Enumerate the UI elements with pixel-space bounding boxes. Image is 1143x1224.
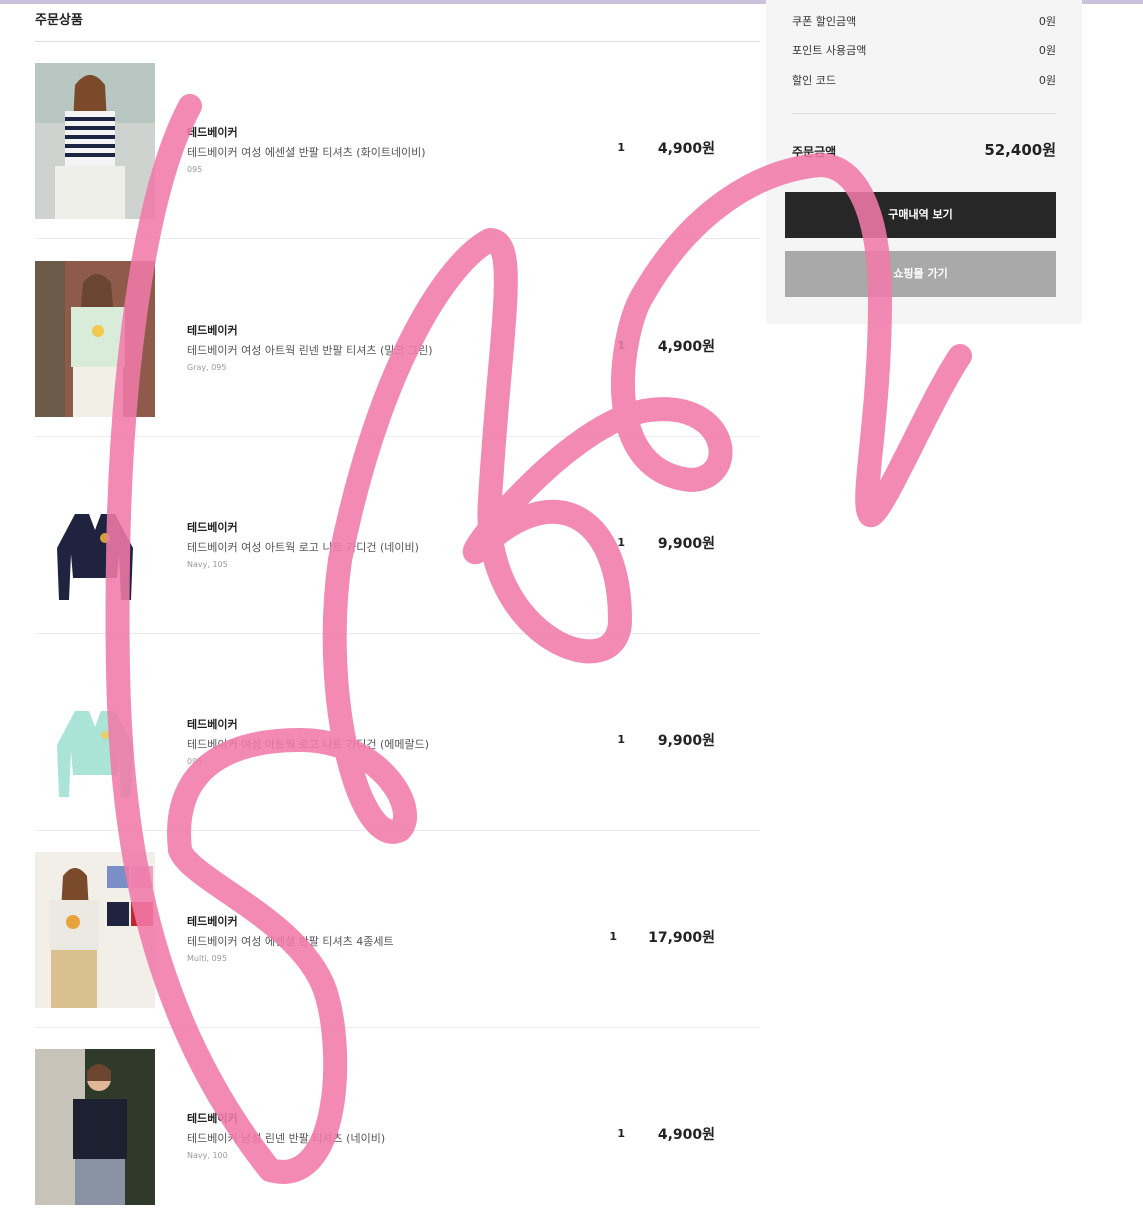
item-option: 095 xyxy=(187,757,203,766)
item-brand: 테드베이커 xyxy=(187,1112,238,1125)
item-brand: 테드베이커 xyxy=(187,521,238,534)
summary-divider xyxy=(792,113,1056,114)
go-to-shop-button[interactable]: 쇼핑몰 가기 xyxy=(785,251,1056,297)
item-name[interactable]: 테드베이커 여성 아트웍 린넨 반팔 티셔츠 (밀크 그린) xyxy=(187,342,433,358)
item-name[interactable]: 테드베이커 여성 에센셜 반팔 티셔츠 (화이트네이비) xyxy=(187,144,426,160)
product-thumbnail[interactable] xyxy=(35,63,155,219)
item-option: Navy, 100 xyxy=(187,1151,228,1160)
item-name[interactable]: 테드베이커 여성 에센셜 반팔 티셔츠 4종세트 xyxy=(187,933,394,949)
discount-code-row: 할인 코드 0원 xyxy=(792,72,1056,88)
product-thumbnail[interactable] xyxy=(35,852,155,1008)
mint-cardigan-photo xyxy=(35,655,155,811)
product-thumbnail[interactable] xyxy=(35,655,155,811)
item-price: 9,900원 xyxy=(657,733,715,749)
item-option: Navy, 105 xyxy=(187,560,228,569)
mint-tshirt-photo xyxy=(35,261,155,417)
point-usage-label: 포인트 사용금액 xyxy=(792,44,867,57)
point-usage-row: 포인트 사용금액 0원 xyxy=(792,42,1056,58)
order-items-title: 주문상품 xyxy=(35,13,83,28)
order-item: 테드베이커 테드베이커 여성 에센셜 반팔 티셔츠 (화이트네이비) 095 1… xyxy=(35,41,760,239)
item-brand: 테드베이커 xyxy=(187,718,238,731)
item-brand: 테드베이커 xyxy=(187,915,238,928)
coupon-discount-row: 쿠폰 할인금액 0원 xyxy=(792,13,1056,29)
order-total-value: 52,400원 xyxy=(984,141,1056,159)
item-name[interactable]: 테드베이커 여성 아트웍 로고 니트 가디건 (에메랄드) xyxy=(187,736,429,752)
navy-tshirt-photo xyxy=(35,1049,155,1205)
item-brand: 테드베이커 xyxy=(187,324,238,337)
item-price: 4,900원 xyxy=(657,339,715,355)
order-item: 테드베이커 테드베이커 여성 에센셜 반팔 티셔츠 4종세트 Multi, 09… xyxy=(35,830,760,1028)
striped-tshirt-photo xyxy=(35,63,155,219)
item-name[interactable]: 테드베이커 여성 아트웍 로고 니트 가디건 (네이비) xyxy=(187,539,419,555)
navy-cardigan-photo xyxy=(35,458,155,614)
item-option: Gray, 095 xyxy=(187,363,227,372)
item-quantity: 1 xyxy=(609,930,617,943)
product-thumbnail[interactable] xyxy=(35,458,155,614)
view-purchase-history-button[interactable]: 구매내역 보기 xyxy=(785,192,1056,238)
discount-code-label: 할인 코드 xyxy=(792,74,836,87)
discount-code-value: 0원 xyxy=(1038,74,1056,87)
coupon-discount-value: 0원 xyxy=(1038,15,1056,28)
item-price: 17,900원 xyxy=(648,930,715,946)
item-brand: 테드베이커 xyxy=(187,126,238,139)
coupon-discount-label: 쿠폰 할인금액 xyxy=(792,15,857,28)
item-option: 095 xyxy=(187,165,203,174)
item-name[interactable]: 테드베이커 남성 린넨 반팔 티셔츠 (네이비) xyxy=(187,1130,385,1146)
order-summary-panel: 쿠폰 할인금액 0원 포인트 사용금액 0원 할인 코드 0원 주문금액 52,… xyxy=(766,0,1082,324)
item-price: 9,900원 xyxy=(657,536,715,552)
order-item: 테드베이커 테드베이커 남성 린넨 반팔 티셔츠 (네이비) Navy, 100… xyxy=(35,1027,760,1224)
item-option: Multi, 095 xyxy=(187,954,227,963)
item-price: 4,900원 xyxy=(657,141,715,157)
point-usage-value: 0원 xyxy=(1038,44,1056,57)
tshirt-set-photo xyxy=(35,852,155,1008)
product-thumbnail[interactable] xyxy=(35,1049,155,1205)
order-item: 테드베이커 테드베이커 여성 아트웍 로고 니트 가디건 (에메랄드) 095 … xyxy=(35,633,760,831)
item-price: 4,900원 xyxy=(657,1127,715,1143)
order-item: 테드베이커 테드베이커 여성 아트웍 린넨 반팔 티셔츠 (밀크 그린) Gra… xyxy=(35,239,760,437)
product-thumbnail[interactable] xyxy=(35,261,155,417)
order-item: 테드베이커 테드베이커 여성 아트웍 로고 니트 가디건 (네이비) Navy,… xyxy=(35,436,760,634)
order-total-row: 주문금액 52,400원 xyxy=(792,141,1056,160)
order-total-label: 주문금액 xyxy=(792,145,837,159)
